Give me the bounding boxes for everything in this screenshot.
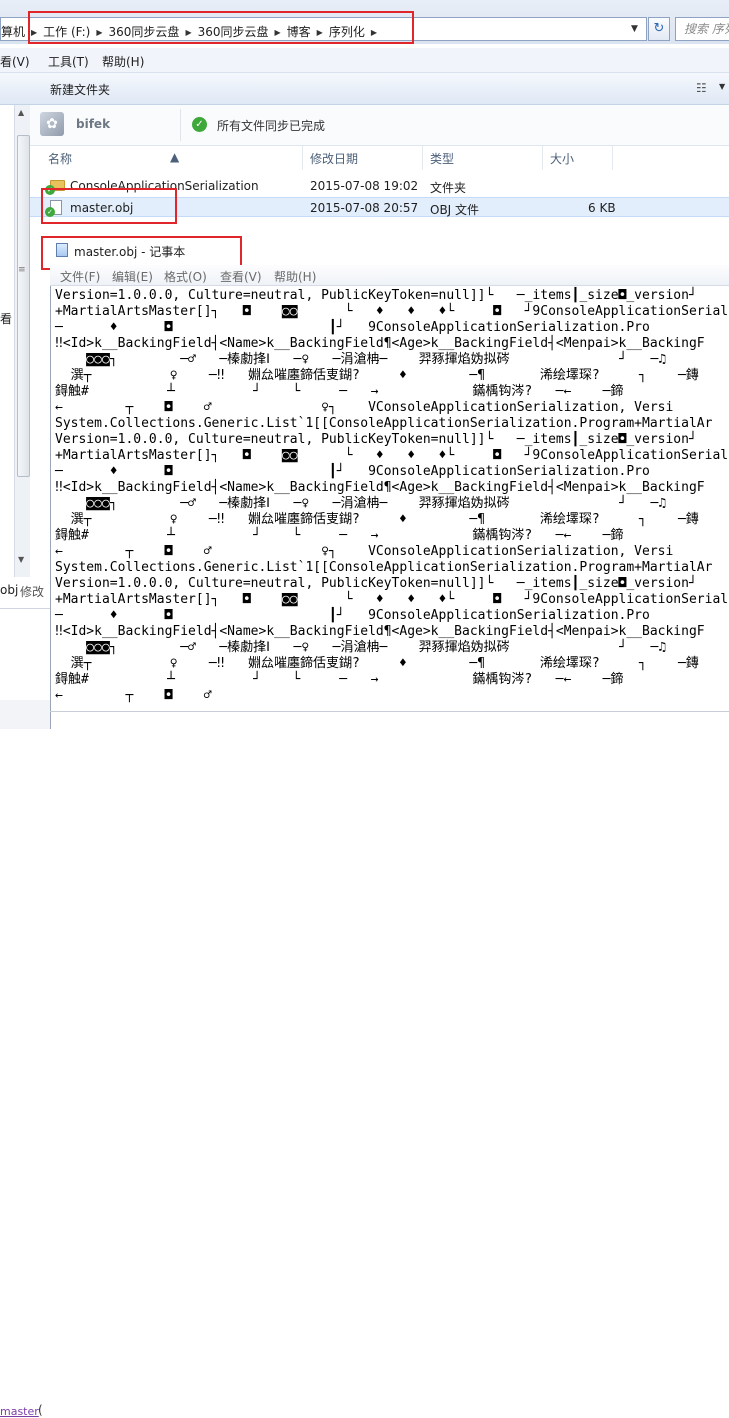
- text-line: ‼<Id>k__BackingField┤<Name>k__BackingFie…: [55, 480, 705, 495]
- scroll-down-icon[interactable]: ▼: [18, 555, 24, 564]
- check-circle-icon: ✓: [192, 117, 207, 132]
- column-name[interactable]: 名称: [48, 150, 72, 167]
- refresh-button[interactable]: ↻: [648, 17, 670, 41]
- details-label: obj: [0, 583, 19, 597]
- column-divider[interactable]: [422, 146, 423, 170]
- scroll-grip-icon: ≡: [18, 265, 26, 275]
- sync-user-name[interactable]: bifek: [76, 117, 110, 131]
- menu-format[interactable]: 格式(O): [164, 268, 207, 285]
- text-line: ─ ♦ ◘ ┃┘ 9ConsoleApplicationSerializatio…: [55, 464, 650, 479]
- toolbar: 新建文件夹 ☷ ▼: [0, 73, 729, 105]
- menu-bar: 看(V) 工具(T) 帮助(H): [0, 48, 729, 73]
- text-line: 鍀触# ┴ ┘ └ ─ → 鏋楀钩涔? ─← ─鍗: [55, 528, 624, 543]
- scroll-up-icon[interactable]: ▲: [18, 108, 24, 117]
- text-line: +MartialArtsMaster[]┐ ◘ ◙◙ └ ♦ ♦ ♦└ ◘ ┘9…: [55, 304, 729, 319]
- notepad-text-area[interactable]: Version=1.0.0.0, Culture=neutral, Public…: [50, 286, 729, 729]
- text-line: ← ┬ ◘ ♂ ♀┐ VConsoleApplicationSerializat…: [55, 400, 674, 415]
- breadcrumb-cutoff[interactable]: 算机: [1, 23, 25, 40]
- avatar[interactable]: ✿: [40, 112, 64, 136]
- menu-help[interactable]: 帮助(H): [274, 268, 316, 285]
- column-type[interactable]: 类型: [430, 150, 454, 167]
- file-list-header: ▲ 名称 修改日期 类型 大小: [30, 146, 729, 170]
- sort-up-icon: ▲: [170, 150, 180, 164]
- text-line: ◙◙◙┐ ─♂ ─榛勮捀Ⅰ ─♀ ─涓滄柟─ 羿豩揮焰妫拟硶 ┘ ─♫: [55, 640, 667, 655]
- horizontal-scrollbar-edge[interactable]: [50, 711, 729, 712]
- text-line: ‼<Id>k__BackingField┤<Name>k__BackingFie…: [55, 336, 705, 351]
- text-content: Version=1.0.0.0, Culture=neutral, Public…: [55, 288, 729, 704]
- text-line: ─ ♦ ◘ ┃┘ 9ConsoleApplicationSerializatio…: [55, 608, 650, 623]
- text-line: ─ ♦ ◘ ┃┘ 9ConsoleApplicationSerializatio…: [55, 320, 650, 335]
- text-line: 潠┬ ♀ ─‼ 婣厽嗺廛鍗佸叓鍸? ♦ ─¶ 浠绘墿琛? ┐ ─鏄: [55, 656, 699, 671]
- column-date[interactable]: 修改日期: [310, 150, 358, 167]
- file-highlight-box: [41, 188, 177, 224]
- nav-scrollbar[interactable]: ▲ ≡ ▼: [14, 105, 30, 577]
- search-input[interactable]: 搜索 序列: [675, 17, 729, 41]
- new-folder-button[interactable]: 新建文件夹: [50, 81, 110, 98]
- file-size: 6 KB: [588, 201, 616, 215]
- menu-view[interactable]: 看(V): [0, 53, 30, 70]
- text-line: System.Collections.Generic.List`1[[Conso…: [55, 416, 713, 431]
- text-line: ‼<Id>k__BackingField┤<Name>k__BackingFie…: [55, 624, 705, 639]
- text-line: 鍀触# ┴ ┘ └ ─ → 鏋楀钩涔? ─← ─鍗: [55, 384, 624, 399]
- notepad-menu-bar: 文件(F) 编辑(E) 格式(O) 查看(V) 帮助(H): [50, 265, 729, 286]
- text-line: +MartialArtsMaster[]┐ ◘ ◙◙ └ ♦ ♦ ♦└ ◘ ┘9…: [55, 592, 729, 607]
- text-line: ← ┬ ◘ ♂: [55, 688, 212, 703]
- file-type: OBJ 文件: [430, 203, 480, 217]
- text-line: 潠┬ ♀ ─‼ 婣厽嗺廛鍗佸叓鍸? ♦ ─¶ 浠绘墿琛? ┐ ─鏄: [55, 512, 699, 527]
- view-options-icon[interactable]: ☷: [696, 81, 707, 95]
- menu-view[interactable]: 查看(V): [220, 268, 262, 285]
- menu-file[interactable]: 文件(F): [60, 268, 100, 285]
- details-modified-label: 修改: [20, 585, 45, 599]
- file-date: 2015-07-08 20:57: [310, 201, 419, 215]
- menu-help[interactable]: 帮助(H): [102, 53, 144, 70]
- column-divider[interactable]: [542, 146, 543, 170]
- text-line: Version=1.0.0.0, Culture=neutral, Public…: [55, 288, 697, 303]
- refresh-icon: ↻: [653, 21, 665, 36]
- column-divider[interactable]: [612, 146, 613, 170]
- divider: [0, 608, 50, 609]
- scroll-thumb[interactable]: [17, 135, 30, 477]
- text-line: ◙◙◙┐ ─♂ ─榛勮捀Ⅰ ─♀ ─涓滄柟─ 羿豩揮焰妫拟硶 ┘ ─♫: [55, 496, 667, 511]
- code-paren: (: [38, 1403, 43, 1417]
- text-line: ◙◙◙┐ ─♂ ─榛勮捀Ⅰ ─♀ ─涓滄柟─ 羿豩揮焰妫拟硶 ┘ ─♫: [55, 352, 667, 367]
- chevron-down-icon[interactable]: ▼: [719, 82, 725, 91]
- file-type: 文件夹: [430, 181, 467, 195]
- text-line: 鍀触# ┴ ┘ └ ─ → 鏋楀钩涔? ─← ─鍗: [55, 672, 624, 687]
- file-date: 2015-07-08 19:02: [310, 179, 419, 193]
- code-editor-fragment: master (: [0, 700, 50, 1418]
- nav-item-partial[interactable]: 看: [0, 310, 12, 327]
- text-line: ← ┬ ◘ ♂ ♀┐ VConsoleApplicationSerializat…: [55, 544, 674, 559]
- menu-edit[interactable]: 编辑(E): [112, 268, 153, 285]
- address-highlight-box: [28, 11, 414, 44]
- sync-status-text: 所有文件同步已完成: [217, 119, 326, 133]
- text-line: Version=1.0.0.0, Culture=neutral, Public…: [55, 576, 697, 591]
- text-line: 潠┬ ♀ ─‼ 婣厽嗺廛鍗佸叓鍸? ♦ ─¶ 浠绘墿琛? ┐ ─鏄: [55, 368, 699, 383]
- sync-status-bar: ✿ bifek ✓ 所有文件同步已完成: [30, 105, 729, 146]
- column-size[interactable]: 大小: [550, 150, 574, 167]
- text-line: +MartialArtsMaster[]┐ ◘ ◙◙ └ ♦ ♦ ♦└ ◘ ┘9…: [55, 448, 729, 463]
- menu-tools[interactable]: 工具(T): [48, 53, 89, 70]
- address-dropdown-icon[interactable]: ▼: [631, 24, 638, 34]
- column-divider[interactable]: [302, 146, 303, 170]
- text-line: Version=1.0.0.0, Culture=neutral, Public…: [55, 432, 697, 447]
- divider: [180, 109, 181, 141]
- code-link-master[interactable]: master: [0, 1405, 39, 1418]
- text-line: System.Collections.Generic.List`1[[Conso…: [55, 560, 713, 575]
